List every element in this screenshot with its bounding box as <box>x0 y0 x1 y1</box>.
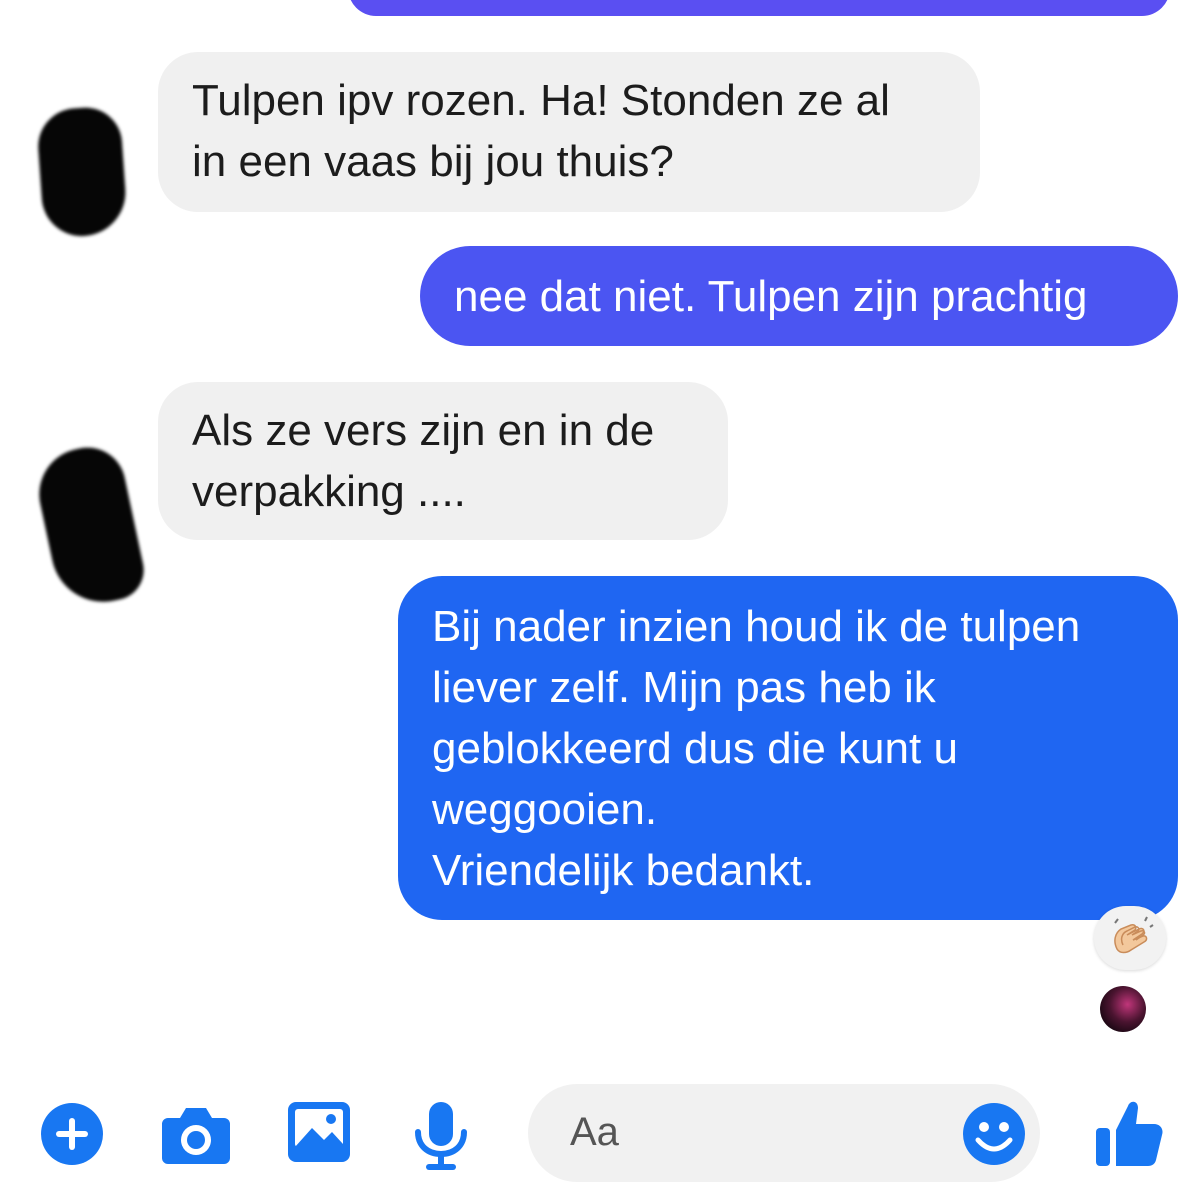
outgoing-message[interactable]: Bij nader inzien houd ik de tulpen lieve… <box>398 576 1178 920</box>
emoji-icon <box>963 1103 1025 1165</box>
more-actions-button[interactable] <box>40 1102 104 1166</box>
redacted-contact-avatar <box>35 105 129 239</box>
like-button[interactable] <box>1094 1096 1164 1168</box>
outgoing-message[interactable]: nee dat niet. Tulpen zijn prachtig <box>420 246 1178 346</box>
clapping-hands-icon <box>1114 916 1154 954</box>
message-composer: Aa <box>0 1070 1200 1200</box>
message-input-placeholder: Aa <box>570 1110 619 1154</box>
previous-outgoing-message-fragment <box>348 0 1170 16</box>
redacted-contact-avatar <box>30 440 150 612</box>
image-icon <box>288 1102 350 1162</box>
microphone-icon <box>415 1102 467 1170</box>
voice-message-button[interactable] <box>412 1100 470 1172</box>
camera-icon <box>162 1108 230 1164</box>
read-receipt-avatar <box>1100 986 1146 1032</box>
camera-button[interactable] <box>160 1104 232 1166</box>
message-reaction[interactable] <box>1094 906 1166 970</box>
incoming-message[interactable]: Als ze vers zijn en in de verpakking ...… <box>158 382 728 540</box>
incoming-message[interactable]: Tulpen ipv rozen. Ha! Stonden ze al in e… <box>158 52 980 212</box>
gallery-button[interactable] <box>286 1100 352 1164</box>
thumbs-up-icon <box>1096 1101 1163 1166</box>
message-input[interactable]: Aa <box>528 1084 1040 1182</box>
plus-icon <box>41 1103 103 1165</box>
emoji-button[interactable] <box>962 1102 1026 1166</box>
